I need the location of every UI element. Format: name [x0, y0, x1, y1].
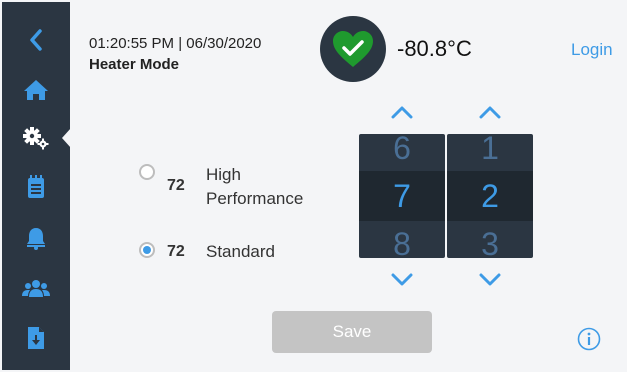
info-button[interactable] — [577, 327, 601, 351]
standard-value: 72 — [167, 243, 185, 260]
high-performance-label-line1: High — [206, 165, 241, 184]
file-download-icon — [28, 327, 44, 349]
sidebar-item-users[interactable] — [2, 266, 70, 310]
sidebar-item-log[interactable] — [2, 165, 70, 209]
high-performance-label-line2: Performance — [206, 189, 304, 208]
picker-1-next: 8 — [393, 226, 411, 258]
info-icon — [577, 327, 601, 351]
notepad-icon — [28, 175, 44, 198]
sidebar-item-alarms[interactable] — [2, 216, 70, 260]
picker-1-current: 7 — [393, 178, 411, 214]
heart-check-icon — [333, 31, 373, 67]
high-performance-value: 72 — [167, 177, 185, 194]
home-icon — [24, 80, 48, 100]
picker-2-up-button[interactable] — [475, 102, 505, 122]
picker-2-down-button[interactable] — [475, 270, 505, 290]
login-link[interactable]: Login — [571, 40, 613, 60]
radio-high-performance[interactable] — [139, 164, 155, 180]
chevron-down-icon — [391, 273, 413, 286]
bell-icon — [27, 228, 45, 250]
chevron-up-icon — [391, 106, 413, 119]
picker-2-current: 2 — [481, 178, 499, 214]
back-button[interactable] — [2, 18, 70, 62]
sidebar-item-settings[interactable] — [2, 116, 70, 160]
picker-2[interactable]: 1 2 3 — [447, 134, 533, 258]
sidebar-item-home[interactable] — [2, 68, 70, 112]
picker-1-prev: 6 — [393, 134, 411, 166]
active-indicator — [62, 128, 71, 148]
save-button[interactable]: Save — [272, 311, 432, 353]
chevron-down-icon — [479, 273, 501, 286]
picker-1[interactable]: 6 7 8 — [359, 134, 445, 258]
chevron-up-icon — [479, 106, 501, 119]
temperature-readout: -80.8°C — [397, 36, 472, 61]
sidebar — [2, 2, 70, 370]
datetime: 01:20:55 PM | 06/30/2020 — [89, 35, 262, 52]
chevron-left-icon — [30, 29, 42, 51]
sidebar-item-export[interactable] — [2, 316, 70, 360]
mode-label: Heater Mode — [89, 56, 180, 73]
app-frame: 01:20:55 PM | 06/30/2020 Heater Mode -80… — [0, 0, 627, 372]
users-icon — [22, 280, 50, 297]
picker-1-up-button[interactable] — [387, 102, 417, 122]
picker-1-down-button[interactable] — [387, 270, 417, 290]
standard-label: Standard — [206, 242, 275, 261]
gears-icon — [23, 127, 49, 150]
radio-standard[interactable] — [139, 242, 155, 258]
picker-2-next: 3 — [481, 226, 499, 258]
picker-2-prev: 1 — [481, 134, 499, 166]
high-performance-label: High Performance — [206, 163, 303, 211]
status-indicator — [320, 16, 386, 82]
